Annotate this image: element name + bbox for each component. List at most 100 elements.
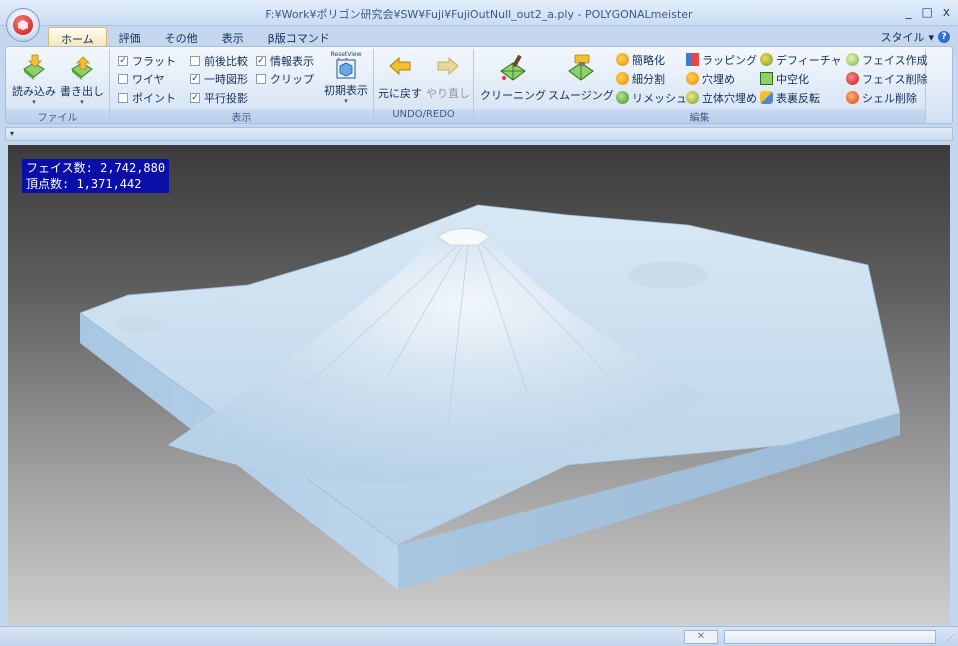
wire-label: ワイヤ xyxy=(132,73,165,86)
flat-checkbox[interactable]: ✓ フラット xyxy=(118,53,176,69)
import-button[interactable]: 読み込み ▾ xyxy=(12,53,56,106)
smoothing-icon xyxy=(568,54,594,81)
reset-view-caption: ResetView xyxy=(330,51,362,58)
hollow-button[interactable]: 中空化 xyxy=(760,70,809,87)
chevron-down-icon: ▾ xyxy=(344,97,348,105)
simplify-icon xyxy=(616,53,629,66)
redo-label: やり直し xyxy=(426,87,470,100)
group-undo-redo: 元に戻す やり直し UNDO/REDO xyxy=(374,49,474,123)
checkbox-box xyxy=(118,93,128,103)
style-menu-label: スタイル xyxy=(880,31,925,44)
quick-access-toolbar: ▾ xyxy=(5,127,953,141)
smoothing-label: スムージング xyxy=(548,89,614,102)
parallel-projection-label: 平行投影 xyxy=(204,92,248,105)
undo-label: 元に戻す xyxy=(378,87,422,100)
export-label: 書き出し xyxy=(60,85,104,98)
defeature-button[interactable]: デフィーチャ xyxy=(760,51,842,68)
remesh-button[interactable]: リメッシュ xyxy=(616,89,687,106)
reset-view-button[interactable]: ResetView 初期表示 ▾ xyxy=(324,51,368,105)
point-checkbox[interactable]: ポイント xyxy=(118,90,176,106)
arrow-right-icon xyxy=(437,57,459,75)
application-menu-button[interactable] xyxy=(6,8,40,42)
temp-shape-checkbox[interactable]: ✓ 一時図形 xyxy=(190,71,248,87)
undo-button[interactable]: 元に戻す xyxy=(378,57,422,101)
qat-dropdown-icon[interactable]: ▾ xyxy=(10,129,14,138)
tab-home[interactable]: ホーム xyxy=(48,27,107,46)
hollow-icon xyxy=(760,72,773,85)
status-bar: ✕ ⋰ xyxy=(0,626,958,646)
chevron-down-icon: ▾ xyxy=(80,98,84,106)
defeature-icon xyxy=(760,53,773,66)
close-button[interactable]: x xyxy=(943,5,950,19)
import-icon xyxy=(23,54,45,80)
redo-button[interactable]: やり直し xyxy=(426,57,470,101)
shell-delete-button[interactable]: シェル削除 xyxy=(846,89,917,106)
flip-faces-button[interactable]: 表裏反転 xyxy=(760,89,820,106)
parallel-projection-checkbox[interactable]: ✓ 平行投影 xyxy=(190,90,248,106)
title-bar: F:¥Work¥ポリゴン研究会¥SW¥Fuji¥FujiOutNull_out2… xyxy=(0,0,958,26)
export-button[interactable]: 書き出し ▾ xyxy=(60,53,104,106)
remesh-icon xyxy=(616,91,629,104)
checkbox-box: ✓ xyxy=(118,56,128,66)
cleaning-button[interactable]: クリーニング xyxy=(480,53,546,103)
cleaning-icon xyxy=(500,54,526,81)
face-create-label: フェイス作成 xyxy=(862,53,928,67)
subdivide-label: 細分割 xyxy=(632,72,665,86)
app-logo-icon xyxy=(13,15,33,35)
ribbon: 読み込み ▾ 書き出し ▾ ファイル ✓ フラット ワイヤ ポイント 前後比較 … xyxy=(5,46,953,124)
shell-delete-icon xyxy=(846,91,859,104)
help-icon[interactable]: ? xyxy=(938,31,950,43)
window-title: F:¥Work¥ポリゴン研究会¥SW¥Fuji¥FujiOutNull_out2… xyxy=(265,8,693,21)
wire-checkbox[interactable]: ワイヤ xyxy=(118,71,165,87)
simplify-label: 簡略化 xyxy=(632,53,665,67)
info-display-checkbox[interactable]: ✓ 情報表示 xyxy=(256,53,314,69)
face-create-button[interactable]: フェイス作成 xyxy=(846,51,928,68)
solid-fill-hole-label: 立体穴埋め xyxy=(702,91,757,105)
tab-view[interactable]: 表示 xyxy=(210,27,256,46)
simplify-button[interactable]: 簡略化 xyxy=(616,51,665,68)
chevron-down-icon: ▾ xyxy=(928,30,934,44)
minimize-button[interactable]: _ xyxy=(906,5,912,19)
mesh-info-overlay: フェイス数: 2,742,880 頂点数: 1,371,442 xyxy=(22,159,170,193)
flip-faces-label: 表裏反転 xyxy=(776,91,820,105)
point-label: ポイント xyxy=(132,92,176,105)
fill-hole-button[interactable]: 穴埋め xyxy=(686,70,735,87)
tab-beta-commands[interactable]: β版コマンド xyxy=(256,27,342,46)
solid-fill-hole-icon xyxy=(686,91,699,104)
progress-bar xyxy=(724,630,936,644)
checkbox-box: ✓ xyxy=(256,56,266,66)
remesh-label: リメッシュ xyxy=(632,91,687,105)
hollow-label: 中空化 xyxy=(776,72,809,86)
style-menu[interactable]: スタイル ▾ ? xyxy=(880,29,950,45)
resize-grip-icon[interactable]: ⋰ xyxy=(947,633,955,642)
subdivide-button[interactable]: 細分割 xyxy=(616,70,665,87)
face-count-text: フェイス数: 2,742,880 xyxy=(26,161,166,175)
tab-evaluate[interactable]: 評価 xyxy=(107,27,153,46)
clip-checkbox[interactable]: クリップ xyxy=(256,71,314,87)
3d-viewport[interactable]: フェイス数: 2,742,880 頂点数: 1,371,442 xyxy=(8,145,950,625)
window-controls: _ □ x xyxy=(906,5,950,19)
compare-label: 前後比較 xyxy=(204,55,248,68)
compare-checkbox[interactable]: 前後比較 xyxy=(190,53,248,69)
maximize-button[interactable]: □ xyxy=(922,5,933,19)
flip-icon xyxy=(760,91,773,104)
terrain-model xyxy=(79,204,901,590)
face-delete-button[interactable]: フェイス削除 xyxy=(846,70,928,87)
tab-other[interactable]: その他 xyxy=(153,27,210,46)
wrapping-label: ラッピング xyxy=(702,53,757,67)
wrapping-button[interactable]: ラッピング xyxy=(686,51,757,68)
temp-shape-label: 一時図形 xyxy=(204,73,248,86)
defeature-label: デフィーチャ xyxy=(776,53,842,67)
fill-hole-label: 穴埋め xyxy=(702,72,735,86)
face-delete-icon xyxy=(846,72,859,85)
solid-fill-hole-button[interactable]: 立体穴埋め xyxy=(686,89,757,106)
checkbox-box xyxy=(118,74,128,84)
checkbox-box xyxy=(190,56,200,66)
group-display: ✓ フラット ワイヤ ポイント 前後比較 ✓ 一時図形 ✓ 平行投影 ✓ 情報表… xyxy=(110,49,374,124)
group-label-file: ファイル xyxy=(6,109,109,124)
smoothing-button[interactable]: スムージング xyxy=(548,53,614,103)
checkbox-box: ✓ xyxy=(190,93,200,103)
cancel-button[interactable]: ✕ xyxy=(684,630,718,644)
wrapping-icon xyxy=(686,53,699,66)
shell-delete-label: シェル削除 xyxy=(862,91,917,105)
